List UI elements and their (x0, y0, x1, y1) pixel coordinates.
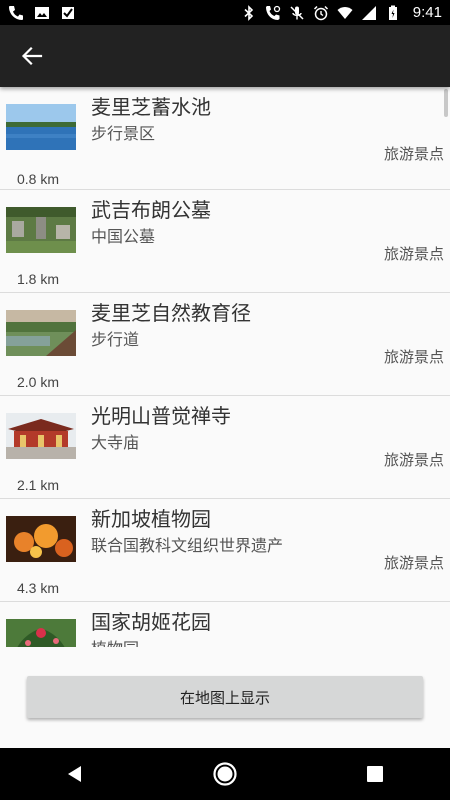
back-triangle-icon (68, 766, 81, 782)
place-category: 旅游景点 (383, 348, 444, 366)
list-item[interactable]: 麦里芝自然教育径 步行道 旅游景点 2.0 km (0, 293, 450, 396)
status-left-icons (8, 5, 76, 21)
signal-icon (361, 5, 376, 20)
flowers-thumbnail (6, 516, 76, 562)
list-item[interactable]: 新加坡植物园 联合国教科文组织世界遗产 旅游景点 4.3 km (0, 499, 450, 602)
nav-recents-button[interactable] (345, 752, 405, 796)
place-subtitle: 植物园 (91, 635, 139, 647)
check-icon (62, 6, 74, 19)
orchid-thumbnail (6, 619, 76, 647)
show-on-map-button[interactable]: 在地图上显示 (27, 676, 423, 718)
reservoir-thumbnail (6, 104, 76, 150)
back-button[interactable] (18, 42, 46, 70)
battery-icon (388, 5, 397, 20)
place-distance: 0.8 km (17, 171, 60, 187)
scrollbar-thumb[interactable] (444, 89, 448, 117)
bluetooth-icon (244, 4, 253, 21)
place-distance: 1.8 km (17, 271, 60, 287)
place-subtitle: 大寺庙 (91, 433, 140, 452)
status-time: 9:41 (412, 4, 442, 21)
place-title: 光明山普觉禅寺 (91, 404, 231, 428)
list-item[interactable]: 国家胡姬花园 植物园 (0, 602, 450, 647)
nav-back-button[interactable] (45, 752, 105, 796)
cemetery-thumbnail (6, 207, 76, 253)
place-distance: 2.0 km (17, 374, 60, 390)
status-right-icons: 9:41 (241, 4, 442, 21)
place-subtitle: 步行道 (91, 330, 140, 349)
nav-home-button[interactable] (195, 752, 255, 796)
mic-off-icon (290, 5, 304, 20)
place-subtitle: 联合国教科文组织世界遗产 (91, 536, 284, 555)
place-subtitle: 步行景区 (91, 124, 156, 143)
app-bar (0, 25, 450, 87)
place-title: 麦里芝自然教育径 (91, 301, 251, 325)
call-settings-icon (265, 5, 280, 20)
place-category: 旅游景点 (383, 554, 444, 572)
place-title: 新加坡植物园 (91, 507, 211, 531)
list-item[interactable]: 武吉布朗公墓 中国公墓 旅游景点 1.8 km (0, 190, 450, 293)
list-item[interactable]: 光明山普觉禅寺 大寺庙 旅游景点 2.1 km (0, 396, 450, 499)
place-title: 国家胡姬花园 (91, 610, 211, 634)
place-category: 旅游景点 (383, 245, 444, 263)
place-category: 旅游景点 (383, 145, 444, 163)
temple-thumbnail (6, 413, 76, 459)
wifi-icon (337, 6, 353, 19)
place-subtitle: 中国公墓 (91, 227, 156, 246)
home-circle-icon (213, 762, 237, 786)
recents-square-icon (367, 766, 383, 782)
image-icon (35, 6, 49, 19)
arrow-back-icon (21, 46, 43, 66)
place-distance: 4.3 km (17, 580, 60, 596)
list-item[interactable]: 麦里芝蓄水池 步行景区 旅游景点 0.8 km (0, 87, 450, 190)
phone-icon (9, 5, 23, 20)
alarm-icon (313, 5, 328, 20)
place-title: 武吉布朗公墓 (91, 198, 211, 222)
places-list[interactable]: 麦里芝蓄水池 步行景区 旅游景点 0.8 km 武吉布朗公墓 中国公墓 旅游景点… (0, 87, 450, 647)
system-nav-bar (0, 748, 450, 800)
place-category: 旅游景点 (383, 451, 444, 469)
footer: 在地图上显示 (0, 647, 450, 748)
place-title: 麦里芝蓄水池 (91, 95, 211, 119)
trail-thumbnail (6, 310, 76, 356)
status-bar: 9:41 (0, 0, 450, 25)
place-distance: 2.1 km (17, 477, 60, 493)
